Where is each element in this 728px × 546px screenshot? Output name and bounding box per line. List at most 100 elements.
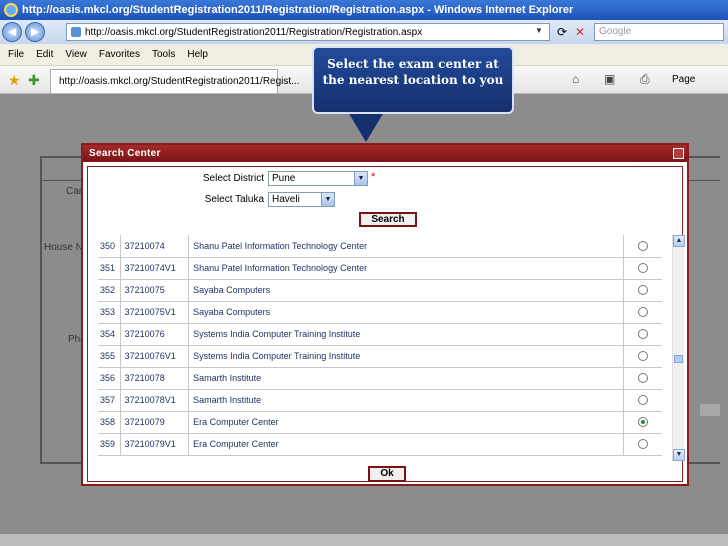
scroll-down-icon[interactable]: ▼: [673, 449, 685, 461]
row-code: 37210076: [120, 323, 190, 346]
ok-button[interactable]: Ok: [368, 466, 406, 482]
row-number: 350: [98, 235, 121, 258]
taluka-select[interactable]: Haveli ▼: [268, 192, 335, 207]
row-radio-cell: [623, 389, 662, 412]
district-select[interactable]: Pune ▼: [268, 171, 368, 186]
center-radio[interactable]: [638, 307, 649, 318]
row-radio-cell: [623, 411, 662, 434]
row-code: 37210079: [120, 411, 190, 434]
window-title: http://oasis.mkcl.org/StudentRegistratio…: [22, 4, 574, 16]
row-radio-cell: [623, 235, 662, 258]
center-radio[interactable]: [638, 241, 649, 252]
tab-label: http://oasis.mkcl.org/StudentRegistratio…: [59, 76, 300, 87]
row-center-name: Shanu Patel Information Technology Cente…: [188, 235, 625, 258]
menu-favorites[interactable]: Favorites: [99, 49, 140, 60]
forward-button[interactable]: ▶: [25, 22, 45, 42]
menu-view[interactable]: View: [65, 49, 87, 60]
row-number: 356: [98, 367, 121, 390]
table-row[interactable]: 351 37210074V1 Shanu Patel Information Tec…: [98, 257, 662, 280]
row-code: 37210076V1: [120, 345, 190, 368]
menu-help[interactable]: Help: [187, 49, 208, 60]
row-radio-cell: [623, 301, 662, 324]
table-row[interactable]: 357 37210078V1 Samarth Institute: [98, 389, 662, 412]
center-radio[interactable]: [638, 395, 649, 406]
table-row[interactable]: 355 37210076V1 Systems India Computer Trai…: [98, 345, 662, 368]
row-number: 357: [98, 389, 121, 412]
row-center-name: Sayaba Computers: [188, 279, 625, 302]
center-radio[interactable]: [638, 439, 649, 450]
table-row[interactable]: 352 37210075 Sayaba Computers: [98, 279, 662, 302]
table-row[interactable]: 350 37210074 Shanu Patel Information Techn…: [98, 235, 662, 258]
row-number: 354: [98, 323, 121, 346]
row-code: 37210075V1: [120, 301, 190, 324]
dialog-title: Search Center: [83, 145, 687, 162]
row-code: 37210079V1: [120, 433, 190, 456]
table-row[interactable]: 354 37210076 Systems India Computer Traini…: [98, 323, 662, 346]
row-radio-cell: [623, 323, 662, 346]
row-center-name: Samarth Institute: [188, 389, 625, 412]
row-number: 352: [98, 279, 121, 302]
center-radio[interactable]: [638, 351, 649, 362]
list-scrollbar[interactable]: ▲ ▼: [672, 235, 685, 461]
table-row[interactable]: 358 37210079 Era Computer Center: [98, 411, 662, 434]
row-code: 37210075: [120, 279, 190, 302]
add-favorite-icon[interactable]: ✚: [28, 72, 40, 89]
district-value: Pune: [272, 173, 296, 184]
district-label: Select District: [202, 173, 264, 184]
url-text: http://oasis.mkcl.org/StudentRegistratio…: [85, 26, 423, 38]
row-radio-cell: [623, 367, 662, 390]
feeds-icon[interactable]: ▣: [604, 72, 615, 86]
home-icon[interactable]: ⌂: [572, 72, 579, 86]
row-code: 37210074: [120, 235, 190, 258]
required-marker: *: [371, 171, 376, 183]
browser-tab[interactable]: http://oasis.mkcl.org/StudentRegistratio…: [50, 69, 300, 93]
center-radio[interactable]: [638, 263, 649, 274]
row-center-name: Systems India Computer Training Institut…: [188, 345, 625, 368]
chevron-down-icon[interactable]: ▼: [321, 193, 334, 206]
chevron-down-icon[interactable]: ▼: [535, 26, 547, 38]
ie-logo-icon: [4, 3, 18, 17]
search-center-dialog: Search Center Select District Pune ▼ * S…: [81, 143, 689, 486]
center-radio[interactable]: [638, 329, 649, 340]
table-row[interactable]: 359 37210079V1 Era Computer Center: [98, 433, 662, 456]
center-radio[interactable]: [638, 285, 649, 296]
bg-label: House N: [44, 242, 83, 253]
row-radio-cell: [623, 345, 662, 368]
center-list: 350 37210074 Shanu Patel Information Techn…: [98, 235, 684, 464]
center-radio[interactable]: [638, 373, 649, 384]
center-radio[interactable]: [638, 417, 649, 428]
close-icon[interactable]: [673, 148, 684, 159]
row-number: 355: [98, 345, 121, 368]
chevron-down-icon[interactable]: ▼: [354, 172, 367, 185]
row-radio-cell: [623, 279, 662, 302]
stop-icon[interactable]: ✕: [572, 24, 588, 40]
menu-tools[interactable]: Tools: [152, 49, 175, 60]
window-title-bar: http://oasis.mkcl.org/StudentRegistratio…: [0, 0, 728, 20]
page-menu[interactable]: Page: [672, 74, 695, 85]
row-code: 37210074V1: [120, 257, 190, 280]
row-radio-cell: [623, 257, 662, 280]
row-radio-cell: [623, 433, 662, 456]
search-button[interactable]: Search: [359, 212, 417, 227]
table-row[interactable]: 356 37210078 Samarth Institute: [98, 367, 662, 390]
instruction-callout: Select the exam center at the nearest lo…: [312, 46, 514, 114]
row-code: 37210078V1: [120, 389, 190, 412]
table-row[interactable]: 353 37210075V1 Sayaba Computers: [98, 301, 662, 324]
print-icon[interactable]: ⎙: [640, 72, 650, 87]
taluka-value: Haveli: [272, 194, 300, 205]
row-center-name: Systems India Computer Training Institut…: [188, 323, 625, 346]
menu-edit[interactable]: Edit: [36, 49, 53, 60]
back-button[interactable]: ◀: [2, 22, 22, 42]
row-number: 353: [98, 301, 121, 324]
menu-file[interactable]: File: [8, 49, 24, 60]
search-input[interactable]: Google: [594, 23, 724, 41]
row-number: 359: [98, 433, 121, 456]
scroll-up-icon[interactable]: ▲: [673, 235, 685, 247]
refresh-icon[interactable]: ⟳: [554, 24, 570, 40]
url-field[interactable]: http://oasis.mkcl.org/StudentRegistratio…: [66, 23, 550, 41]
row-center-name: Samarth Institute: [188, 367, 625, 390]
scroll-thumb[interactable]: [674, 355, 683, 363]
address-bar: ◀ ▶ http://oasis.mkcl.org/StudentRegistr…: [0, 20, 728, 44]
row-code: 37210078: [120, 367, 190, 390]
favorites-star-icon[interactable]: ★: [8, 72, 21, 89]
